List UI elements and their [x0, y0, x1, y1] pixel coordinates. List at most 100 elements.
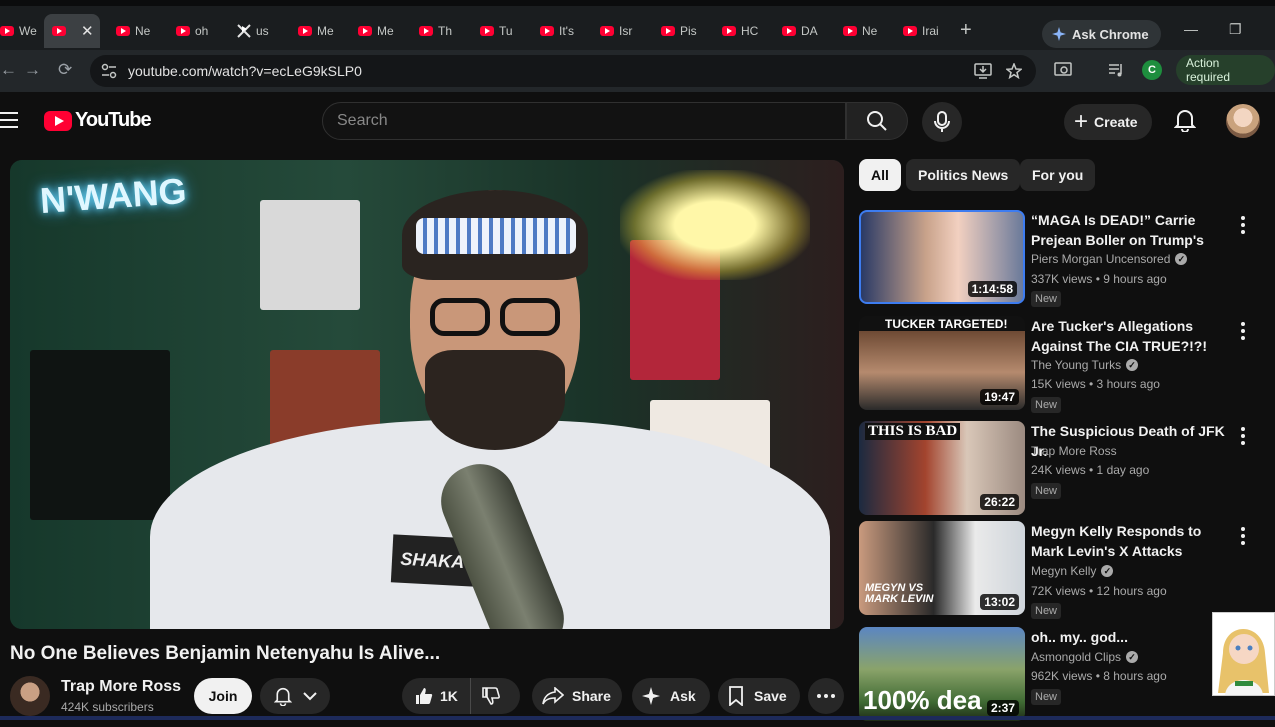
ask-button[interactable]: Ask — [632, 678, 710, 714]
channel-avatar[interactable] — [10, 676, 50, 716]
view-count: 24K views • 1 day ago — [1031, 463, 1150, 477]
search-input[interactable]: Search — [322, 102, 846, 140]
chip-all[interactable]: All — [859, 159, 901, 191]
channel-name[interactable]: Asmongold Clips ✓ — [1031, 650, 1139, 664]
new-tab-icon[interactable]: + — [960, 20, 972, 40]
youtube-logo[interactable]: YouTube — [44, 109, 152, 132]
action-required-button[interactable]: Action required — [1176, 55, 1275, 85]
site-settings-icon[interactable] — [100, 62, 118, 80]
create-button[interactable]: + Create — [1064, 104, 1152, 140]
share-button[interactable]: Share — [532, 678, 622, 714]
browser-tab[interactable]: Me — [358, 18, 402, 44]
create-label: Create — [1094, 114, 1138, 130]
bookmark-star-icon[interactable] — [1006, 63, 1022, 79]
video-title[interactable]: oh.. my.. god... — [1031, 627, 1231, 647]
more-vertical-icon[interactable] — [1237, 527, 1249, 545]
dislike-button[interactable] — [471, 686, 511, 706]
browser-tab[interactable]: HC — [722, 18, 766, 44]
person-headband — [416, 218, 576, 254]
ask-label: Ask — [670, 688, 696, 704]
browser-tab[interactable]: It's — [540, 18, 584, 44]
reload-icon[interactable]: ⟳ — [58, 60, 72, 80]
sparkle-icon — [642, 687, 660, 705]
browser-tab-active[interactable]: ✕ — [44, 14, 100, 48]
browser-tab[interactable]: Ne — [843, 18, 887, 44]
more-actions-button[interactable] — [808, 678, 844, 714]
youtube-icon — [52, 26, 66, 36]
recommended-video[interactable]: 1:14:58 “MAGA Is DEAD!” Carrie Prejean B… — [859, 210, 1259, 310]
video-title[interactable]: Are Tucker's Allegations Against The CIA… — [1031, 316, 1231, 356]
back-icon[interactable]: ← — [0, 60, 17, 80]
save-button[interactable]: Save — [718, 678, 800, 714]
restore-icon[interactable]: ❐ — [1229, 21, 1242, 38]
chip-for-you[interactable]: For you — [1020, 159, 1096, 191]
close-tab-icon[interactable]: ✕ — [81, 22, 94, 40]
profile-avatar[interactable]: C — [1142, 60, 1162, 80]
thumbs-down-icon — [482, 687, 500, 705]
video-thumbnail[interactable]: THIS IS BAD 26:22 — [859, 421, 1025, 515]
channel-name[interactable]: The Young Turks ✓ — [1031, 358, 1139, 372]
browser-tab[interactable]: Th — [419, 18, 463, 44]
forward-icon[interactable]: → — [24, 60, 41, 80]
media-controls-icon[interactable] — [1108, 62, 1124, 78]
more-vertical-icon[interactable] — [1237, 427, 1249, 445]
video-title[interactable]: Megyn Kelly Responds to Mark Levin's X A… — [1031, 521, 1231, 561]
video-thumbnail[interactable]: 100% dea 2:37 — [859, 627, 1025, 721]
tab-label: us — [256, 24, 269, 38]
browser-tab[interactable]: DA — [782, 18, 826, 44]
lens-icon[interactable] — [1054, 62, 1072, 78]
tab-label: Me — [317, 24, 334, 38]
channel-name[interactable]: Piers Morgan Uncensored ✓ — [1031, 252, 1188, 266]
thumbnail-text: MEGYN VS MARK LEVIN — [865, 582, 934, 605]
voice-search-button[interactable] — [922, 102, 962, 142]
browser-tab[interactable]: Tu — [480, 18, 524, 44]
chip-politics-news[interactable]: Politics News — [906, 159, 1021, 191]
video-thumbnail[interactable]: TUCKER TARGETED! 19:47 — [859, 316, 1025, 410]
ask-chrome-button[interactable]: Ask Chrome — [1042, 20, 1161, 48]
recommended-video[interactable]: MEGYN VS MARK LEVIN 13:02 Megyn Kelly Re… — [859, 521, 1259, 621]
youtube-icon — [600, 26, 614, 36]
search-button[interactable] — [846, 102, 908, 140]
notifications-bell-icon[interactable] — [1174, 108, 1196, 132]
recommended-video[interactable]: 100% dea 2:37 oh.. my.. god... Asmongold… — [859, 627, 1259, 727]
browser-tab[interactable]: Irai — [903, 18, 947, 44]
browser-tab[interactable]: Me — [298, 18, 342, 44]
browser-tab[interactable]: Pis — [661, 18, 705, 44]
recommended-video[interactable]: THIS IS BAD 26:22 The Suspicious Death o… — [859, 421, 1259, 521]
channel-label: Trap More Ross — [1031, 444, 1117, 458]
more-vertical-icon[interactable] — [1237, 216, 1249, 234]
address-bar[interactable]: youtube.com/watch?v=ecLeG9kSLP0 — [90, 55, 1036, 87]
channel-name[interactable]: Megyn Kelly ✓ — [1031, 564, 1114, 578]
minimize-icon[interactable]: — — [1184, 21, 1198, 37]
tab-label: It's — [559, 24, 574, 38]
youtube-icon — [661, 26, 675, 36]
verified-icon: ✓ — [1101, 565, 1114, 577]
video-thumbnail[interactable]: 1:14:58 — [859, 210, 1025, 304]
profile-initial: C — [1148, 64, 1156, 76]
recommended-video[interactable]: TUCKER TARGETED! 19:47 Are Tucker's Alle… — [859, 316, 1259, 416]
ask-chrome-label: Ask Chrome — [1072, 26, 1149, 42]
person-glasses — [424, 298, 564, 338]
channel-name[interactable]: Trap More Ross — [1031, 444, 1117, 458]
video-duration: 19:47 — [980, 389, 1019, 405]
video-player[interactable]: N'WANG SHAKA WEAR — [10, 160, 844, 629]
channel-name[interactable]: Trap More Ross — [61, 678, 181, 696]
browser-tab[interactable]: oh — [176, 18, 220, 44]
install-app-icon[interactable] — [974, 63, 992, 79]
browser-tab[interactable]: us — [237, 18, 281, 44]
browser-tab[interactable]: We — [0, 18, 40, 44]
join-button[interactable]: Join — [194, 678, 252, 714]
like-button[interactable]: 1K — [402, 678, 471, 714]
menu-icon[interactable] — [0, 112, 18, 128]
video-title[interactable]: “MAGA Is DEAD!” Carrie Prejean Boller on… — [1031, 210, 1231, 250]
more-vertical-icon[interactable] — [1237, 322, 1249, 340]
microphone-icon — [934, 111, 950, 132]
browser-tab[interactable]: Ne — [116, 18, 160, 44]
tab-label: Irai — [922, 24, 939, 38]
browser-tab[interactable]: Isr — [600, 18, 644, 44]
account-avatar[interactable] — [1226, 104, 1260, 138]
subscription-notifications-button[interactable] — [260, 678, 330, 714]
video-thumbnail[interactable]: MEGYN VS MARK LEVIN 13:02 — [859, 521, 1025, 615]
share-icon — [542, 687, 564, 705]
taskbar-edge — [0, 716, 1275, 720]
